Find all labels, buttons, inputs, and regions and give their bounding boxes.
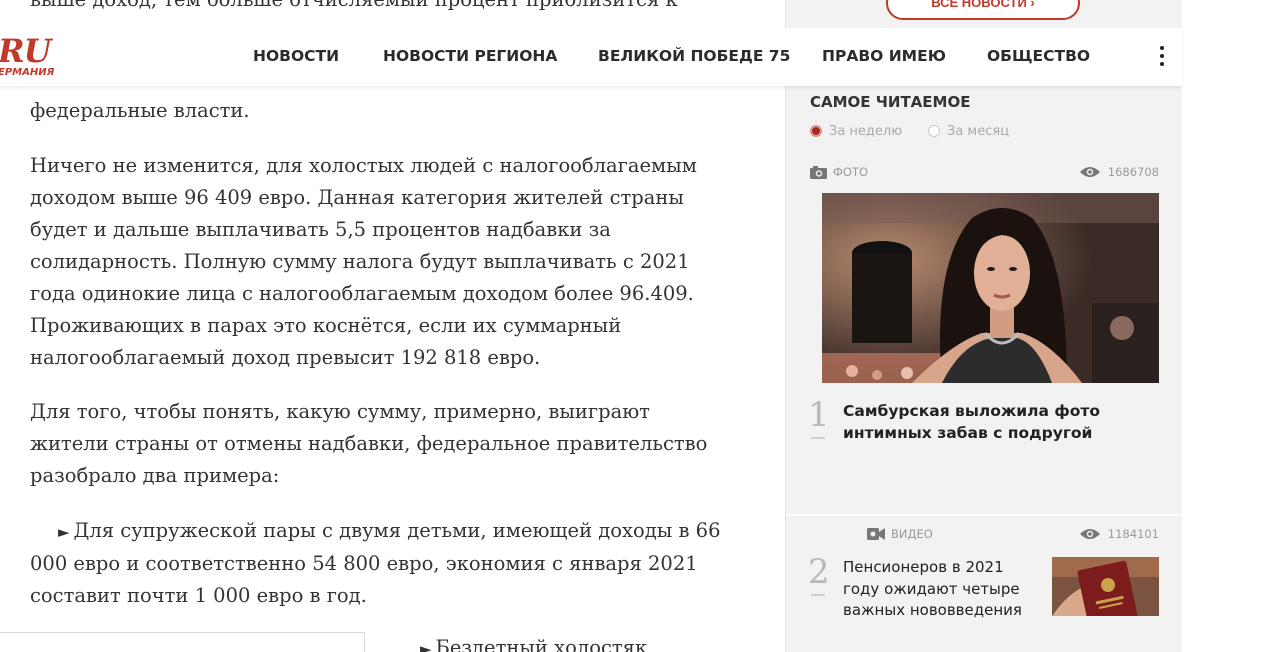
woman-portrait-image bbox=[822, 193, 1159, 383]
bullet-triangle-icon: ► bbox=[420, 640, 432, 652]
logo-text: RU bbox=[0, 32, 51, 70]
passport-image bbox=[1052, 557, 1159, 616]
item-title-link[interactable]: Пенсионеров в 2021 году ожидают четыре в… bbox=[843, 557, 1043, 622]
nav-item-society[interactable]: ОБЩЕСТВО bbox=[987, 47, 1090, 65]
sidebar: ВСЕ НОВОСТИ › САМОЕ ЧИТАЕМОЕ За неделю З… bbox=[785, 0, 1183, 652]
filter-week-radio[interactable]: За неделю bbox=[810, 121, 902, 141]
nav-item-news[interactable]: НОВОСТИ bbox=[253, 47, 339, 65]
most-read-heading: САМОЕ ЧИТАЕМОЕ bbox=[810, 93, 971, 111]
radio-selected-icon bbox=[810, 125, 822, 137]
kebab-menu-icon[interactable] bbox=[1154, 46, 1170, 68]
item-meta: ФОТО 1686708 bbox=[810, 165, 1159, 183]
item-views-count: 1184101 bbox=[1107, 527, 1159, 541]
article-paragraph: Для того, чтобы понять, какую сумму, при… bbox=[30, 400, 708, 487]
filter-label: За неделю bbox=[829, 123, 903, 139]
item-views: 1686708 bbox=[1079, 165, 1159, 179]
filter-label: За месяц bbox=[947, 123, 1010, 139]
logo-subtitle: ЕРМАНИЯ bbox=[0, 67, 55, 78]
bullet-text: Бездетный холостяк bbox=[435, 636, 648, 652]
article-paragraph: Ничего не изменится, для холостых людей … bbox=[30, 154, 697, 369]
camera-icon bbox=[810, 165, 827, 179]
bullet-triangle-icon: ► bbox=[58, 523, 70, 541]
item-divider bbox=[786, 514, 1183, 516]
item-photo[interactable] bbox=[822, 193, 1159, 383]
item-meta: ВИДЕО 1184101 bbox=[810, 527, 1159, 545]
item-views-count: 1686708 bbox=[1107, 165, 1159, 179]
article-bullet-paragraph: ► Для супружеской пары с двумя детьми, им… bbox=[30, 515, 730, 612]
eye-icon bbox=[1079, 529, 1100, 539]
rank-underline bbox=[811, 437, 825, 439]
item-thumbnail[interactable] bbox=[1052, 557, 1159, 616]
filter-month-radio[interactable]: За месяц bbox=[928, 121, 1009, 141]
article-body: выше доход, тем больше отчисляемый проце… bbox=[0, 0, 785, 652]
item-views: 1184101 bbox=[1079, 527, 1159, 541]
video-camera-icon bbox=[867, 528, 885, 540]
top-navbar: RU ЕРМАНИЯ НОВОСТИ НОВОСТИ РЕГИОНА ВЕЛИК… bbox=[0, 28, 1182, 86]
inline-box bbox=[0, 632, 365, 652]
article-paragraph: выше доход, тем больше отчисляемый проце… bbox=[30, 0, 730, 16]
article-bullet-paragraph: ► Бездетный холостяк bbox=[420, 632, 785, 652]
all-news-button[interactable]: ВСЕ НОВОСТИ › bbox=[886, 0, 1080, 20]
item-rank: 2 bbox=[808, 552, 830, 592]
rank-underline bbox=[811, 594, 825, 596]
nav-item-rights[interactable]: ПРАВО ИМЕЮ bbox=[822, 47, 946, 65]
item-kind-label: ФОТО bbox=[833, 165, 869, 179]
page-right-margin bbox=[1182, 0, 1280, 652]
item-kind: ФОТО bbox=[810, 165, 868, 179]
item-rank: 1 bbox=[808, 395, 830, 435]
nav-item-region-news[interactable]: НОВОСТИ РЕГИОНА bbox=[383, 47, 557, 65]
site-logo[interactable]: RU ЕРМАНИЯ bbox=[0, 32, 60, 82]
item-title-link[interactable]: Самбурская выложила фото интимных забав … bbox=[843, 400, 1143, 444]
radio-unselected-icon bbox=[928, 125, 940, 137]
article-paragraph: федеральные власти. bbox=[30, 99, 250, 122]
item-kind-label: ВИДЕО bbox=[891, 527, 933, 541]
eye-icon bbox=[1079, 167, 1100, 177]
nav-item-victory-75[interactable]: ВЕЛИКОЙ ПОБЕДЕ 75 bbox=[598, 47, 790, 65]
item-kind: ВИДЕО bbox=[867, 527, 933, 541]
bullet-text: Для супружеской пары с двумя детьми, име… bbox=[30, 519, 721, 607]
